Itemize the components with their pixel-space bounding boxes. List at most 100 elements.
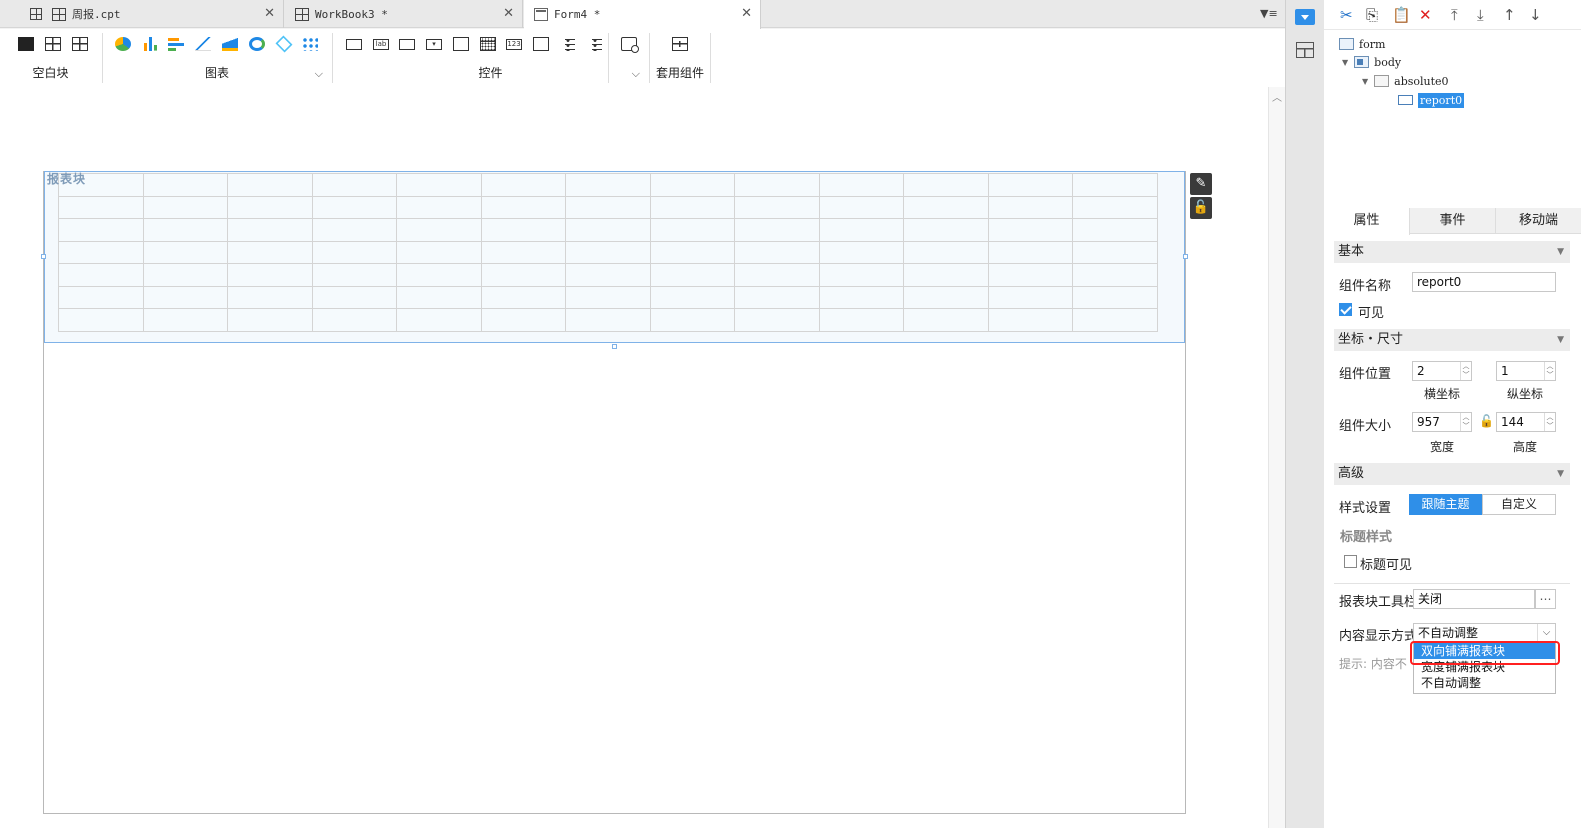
tree-node-form[interactable]: form <box>1339 35 1385 53</box>
expand-triangle-icon[interactable]: ▼ <box>1362 77 1368 86</box>
widget-tree-toggle-icon[interactable] <box>1295 9 1315 25</box>
cut-icon[interactable]: ✂ <box>1340 7 1353 23</box>
chevron-down-icon[interactable]: ▼ <box>1557 241 1564 263</box>
layout-panel-icon[interactable] <box>1296 42 1314 58</box>
chevron-down-icon[interactable]: ⌵ <box>632 67 640 81</box>
tab-block-icon[interactable] <box>45 37 61 51</box>
more-options-button[interactable]: ⋯ <box>1535 589 1556 609</box>
number-widget-icon[interactable]: 123 <box>506 39 522 50</box>
date-widget-icon[interactable] <box>480 37 496 51</box>
resize-handle[interactable] <box>41 254 46 259</box>
report-grid[interactable] <box>58 173 1158 332</box>
title-visible-checkbox[interactable] <box>1344 555 1357 568</box>
expand-triangle-icon[interactable]: ▼ <box>1342 58 1348 67</box>
combo-widget-icon[interactable]: ▾ <box>426 39 442 50</box>
absolute-layout-icon <box>1374 75 1390 87</box>
canvas-vertical-scrollbar[interactable]: ︿ <box>1268 87 1285 828</box>
table-row <box>58 218 1158 242</box>
label-widget-icon[interactable] <box>346 39 362 50</box>
paste-icon[interactable]: 📋 <box>1392 7 1411 23</box>
content-display-value: 不自动调整 <box>1418 626 1479 640</box>
table-row <box>58 308 1158 332</box>
edit-toolbar: ✂ ⎘ 📋 ✕ ⤒ ⤓ ↑ ↓ <box>1324 0 1581 30</box>
chevron-down-icon[interactable]: ▼ <box>1557 329 1564 351</box>
report-toolbar-label: 报表块工具栏 <box>1339 595 1418 610</box>
scatter-chart-icon[interactable] <box>302 37 318 51</box>
move-up-icon[interactable]: ↑ <box>1503 7 1516 23</box>
line-chart-icon[interactable] <box>195 37 211 51</box>
layout-block-icon[interactable] <box>72 37 88 51</box>
template-component-icon[interactable] <box>672 37 688 51</box>
visible-checkbox[interactable] <box>1339 303 1352 316</box>
close-icon[interactable]: ✕ <box>741 6 752 21</box>
delete-icon[interactable]: ✕ <box>1419 7 1432 23</box>
scroll-up-icon[interactable]: ︿ <box>1272 89 1282 104</box>
area-chart-icon[interactable] <box>222 37 238 51</box>
tab-list-menu-icon[interactable]: ▼≡ <box>1260 7 1278 20</box>
width-input[interactable]: 957 ︿ ﹀ <box>1412 412 1472 432</box>
section-basic[interactable]: 基本 ▼ <box>1334 241 1570 263</box>
toolbar-group-label: 空白块 <box>32 66 69 80</box>
edit-icon[interactable]: ✎ <box>1190 173 1212 195</box>
chevron-down-icon[interactable]: ▼ <box>1557 463 1564 485</box>
tab-weekly-report[interactable]: 周报.cpt ✕ <box>20 0 284 28</box>
move-down-icon[interactable]: ↓ <box>1529 7 1542 23</box>
radio-group-icon[interactable] <box>559 37 575 51</box>
ring-chart-icon[interactable] <box>249 37 265 51</box>
horizontal-bar-chart-icon[interactable] <box>168 37 184 51</box>
bar-chart-icon[interactable] <box>142 37 158 51</box>
stepper-icon[interactable]: ︿ ﹀ <box>1460 413 1471 431</box>
stepper-icon[interactable]: ︿ ﹀ <box>1460 362 1471 380</box>
section-coordinates[interactable]: 坐标・尺寸 ▼ <box>1334 329 1570 351</box>
style-follow-theme-button[interactable]: 跟随主题 <box>1409 494 1482 515</box>
tab-mobile[interactable]: 移动端 <box>1496 208 1581 233</box>
search-widget-icon[interactable] <box>621 37 639 53</box>
close-icon[interactable]: ✕ <box>264 6 275 21</box>
pie-chart-icon[interactable] <box>115 37 131 51</box>
report-toolbar-input[interactable]: 关闭 <box>1413 589 1535 609</box>
textarea-widget-icon[interactable] <box>533 37 549 51</box>
x-coord-label: 横坐标 <box>1424 387 1461 401</box>
chevron-down-icon[interactable]: ⌵ <box>1537 624 1555 642</box>
resize-handle[interactable] <box>612 344 617 349</box>
close-icon[interactable]: ✕ <box>503 6 514 21</box>
body-icon <box>1354 56 1370 68</box>
move-bottom-icon[interactable]: ⤓ <box>1477 7 1484 23</box>
chevron-down-icon[interactable]: ⌵ <box>315 67 323 81</box>
position-x-input[interactable]: 2 ︿ ﹀ <box>1412 361 1472 381</box>
style-custom-button[interactable]: 自定义 <box>1482 494 1556 515</box>
tab-events[interactable]: 事件 <box>1410 208 1496 233</box>
content-display-select[interactable]: 不自动调整 ⌵ <box>1413 623 1556 643</box>
copy-icon[interactable]: ⎘ <box>1366 7 1378 23</box>
toolbar-group-label: 控件 <box>478 66 503 80</box>
stepper-icon[interactable]: ︿ ﹀ <box>1544 413 1555 431</box>
tab-form4[interactable]: Form4 * ✕ <box>524 0 761 29</box>
tree-node-report0[interactable]: report0 <box>1398 91 1465 109</box>
position-y-input[interactable]: 1 ︿ ﹀ <box>1496 361 1556 381</box>
tree-node-label: body <box>1374 55 1402 69</box>
section-advanced[interactable]: 高级 ▼ <box>1334 463 1570 485</box>
tab-workbook3[interactable]: WorkBook3 * ✕ <box>285 0 523 28</box>
tab-label: WorkBook3 * <box>315 7 388 21</box>
resize-handle[interactable] <box>1183 254 1188 259</box>
component-name-input[interactable]: report0 <box>1412 272 1556 292</box>
height-input[interactable]: 144 ︿ ﹀ <box>1496 412 1556 432</box>
tree-node-absolute0[interactable]: ▼ absolute0 <box>1362 72 1449 90</box>
button-widget-icon[interactable] <box>399 39 415 50</box>
radar-chart-icon[interactable] <box>275 35 293 53</box>
checkbox-group-icon[interactable] <box>586 37 602 51</box>
dropdown-option-no-adjust[interactable]: 不自动调整 <box>1414 675 1555 691</box>
tab-attributes[interactable]: 属性 <box>1324 208 1410 235</box>
stepper-icon[interactable]: ︿ ﹀ <box>1544 362 1555 380</box>
tree-node-body[interactable]: ▼ body <box>1342 53 1401 71</box>
unlock-icon[interactable]: 🔓 <box>1190 197 1212 219</box>
aspect-lock-icon[interactable]: 🔓 <box>1479 414 1494 428</box>
form-icon <box>534 8 548 21</box>
move-top-icon[interactable]: ⤒ <box>1451 7 1458 23</box>
tree-node-label: report0 <box>1418 92 1465 108</box>
blank-block-icon[interactable] <box>18 37 34 51</box>
content-display-label: 内容显示方式 <box>1339 629 1418 644</box>
workbook-icon <box>52 7 66 21</box>
text-widget-icon[interactable]: lab <box>373 39 389 50</box>
listbox-widget-icon[interactable] <box>453 37 469 51</box>
